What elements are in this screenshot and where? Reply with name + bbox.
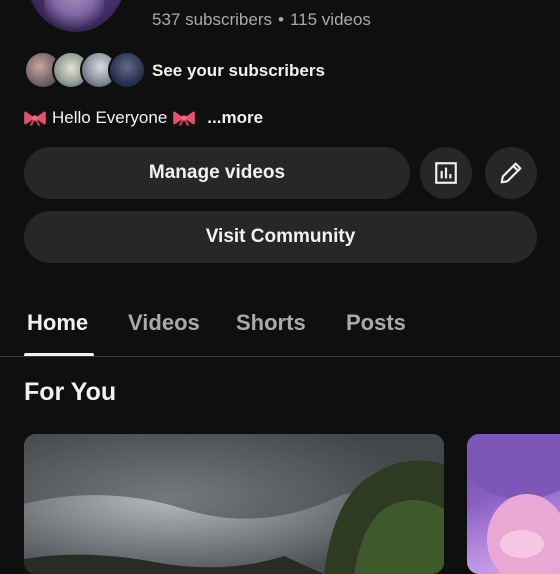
see-subscribers-link[interactable]: See your subscribers [152,61,325,81]
more-link[interactable]: ...more [207,108,263,128]
subscriber-count: 537 subscribers [152,10,273,29]
video-count: 115 videos [289,10,371,29]
tab-shorts[interactable]: Shorts [236,310,306,336]
stats-separator: • [278,10,284,29]
video-thumbnail[interactable] [24,434,444,574]
edit-channel-button[interactable] [485,147,537,199]
landscape-image [24,434,444,574]
short-thumbnail[interactable] [467,434,560,574]
subscriber-avatars[interactable] [24,51,146,89]
section-title: For You [24,378,117,406]
channel-description[interactable]: Hello Everyone ...more [24,108,263,128]
bar-chart-icon [435,162,457,184]
ribbon-bow-icon [24,111,46,127]
subscriber-avatar [108,51,146,89]
channel-tabs: Home Videos Shorts Posts [0,300,560,358]
description-text: Hello Everyone [52,108,168,127]
tab-videos[interactable]: Videos [128,310,200,336]
visit-community-button[interactable]: Visit Community [24,211,537,263]
pencil-icon [500,162,522,184]
ribbon-bow-icon [173,111,196,127]
channel-stats: 537 subscribers • 115 videos [152,10,371,30]
manage-videos-button[interactable]: Manage videos [24,147,410,199]
tab-posts[interactable]: Posts [346,310,406,336]
channel-avatar[interactable] [26,0,126,32]
tab-home[interactable]: Home [27,310,88,336]
analytics-button[interactable] [420,147,472,199]
tabs-divider [0,356,560,357]
avatar-image [467,434,560,574]
